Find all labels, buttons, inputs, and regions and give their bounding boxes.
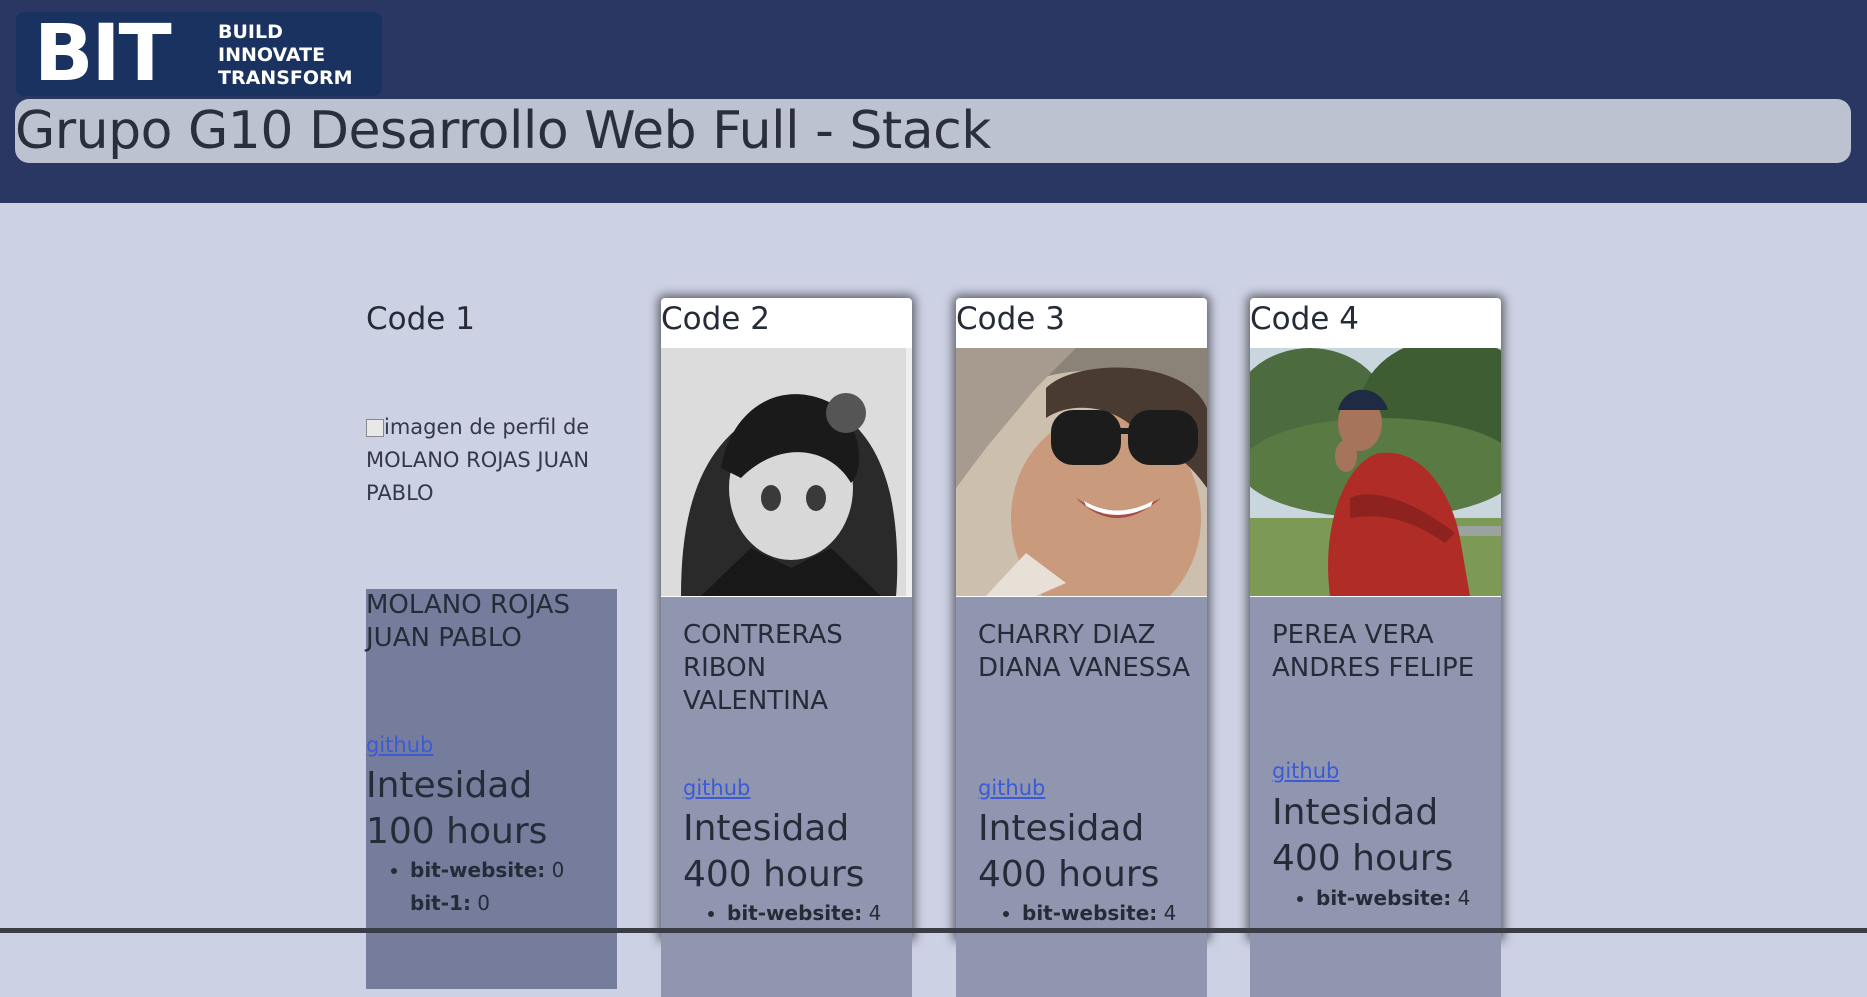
logo-tagline: BUILD INNOVATE TRANSFORM [218, 21, 353, 90]
page-title: Grupo G10 Desarrollo Web Full - Stack [15, 101, 991, 161]
hours-heading: Intesidad 400 hours [683, 808, 865, 895]
profile-card: Code 3 CHARRY DIAZ DIANA VANESSA github … [956, 298, 1207, 997]
profile-photo [1250, 348, 1501, 596]
hours-heading: Intesidad 400 hours [1272, 792, 1454, 879]
logo-wordmark: BIT [34, 12, 172, 96]
member-name: CHARRY DIAZ DIANA VANESSA [978, 620, 1191, 683]
stats-list: bit-website: 0 bit-1: 0 [366, 854, 564, 920]
stat-item: bit-website: 4 [727, 897, 881, 930]
card-info: CONTRERAS RIBON VALENTINA github Intesid… [661, 597, 912, 997]
profile-photo [956, 348, 1207, 596]
site-header: BIT BUILD INNOVATE TRANSFORM Grupo G10 D… [0, 0, 1867, 203]
card-code-label: Code 4 [1250, 301, 1359, 337]
bottom-scroll-edge [0, 928, 1867, 933]
title-bar: Grupo G10 Desarrollo Web Full - Stack [15, 99, 1851, 163]
logo-tag-line: INNOVATE [218, 44, 326, 66]
logo-tag-line: TRANSFORM [218, 67, 353, 89]
github-link[interactable]: github [1272, 759, 1339, 783]
image-alt-text: imagen de perfil de MOLANO ROJAS JUAN PA… [366, 415, 590, 505]
card-info: PEREA VERA ANDRES FELIPE github Intesida… [1250, 597, 1501, 997]
stat-item: bit-website: 4 [1316, 882, 1470, 915]
stats-list: bit-website: 4 [683, 897, 881, 930]
hours-heading: Intesidad 400 hours [978, 808, 1160, 895]
card-code-label: Code 2 [661, 301, 770, 337]
card-code-label: Code 3 [956, 301, 1065, 337]
stats-list: bit-website: 4 [1272, 882, 1470, 915]
card-code-label: Code 1 [366, 301, 475, 337]
github-link[interactable]: github [366, 733, 433, 757]
stat-item: bit-1: 0 [410, 891, 491, 915]
github-link[interactable]: github [683, 776, 750, 800]
profile-card: Code 2 CONTRERAS RIBON VALENTINA github … [661, 298, 912, 997]
card-info: CHARRY DIAZ DIANA VANESSA github Intesid… [956, 597, 1207, 997]
profile-card: Code 4 PEREA VERA ANDRES FELIPE github I… [1250, 298, 1501, 997]
bit-logo: BIT BUILD INNOVATE TRANSFORM [16, 12, 382, 96]
member-name: MOLANO ROJAS JUAN PABLO [366, 590, 570, 653]
member-name: CONTRERAS RIBON VALENTINA [683, 620, 843, 716]
stats-list: bit-website: 4 [978, 897, 1176, 930]
logo-tag-line: BUILD [218, 21, 283, 43]
member-name: PEREA VERA ANDRES FELIPE [1272, 620, 1475, 683]
hours-heading: Intesidad 100 hours [366, 765, 548, 852]
profile-card: Code 1 imagen de perfil de MOLANO ROJAS … [366, 298, 617, 989]
broken-profile-image: imagen de perfil de MOLANO ROJAS JUAN PA… [366, 411, 606, 510]
stat-item: bit-website: 4 [1022, 897, 1176, 930]
broken-image-icon [366, 419, 384, 437]
stat-item: bit-website: 0 [410, 854, 564, 887]
profile-photo [661, 348, 912, 596]
github-link[interactable]: github [978, 776, 1045, 800]
